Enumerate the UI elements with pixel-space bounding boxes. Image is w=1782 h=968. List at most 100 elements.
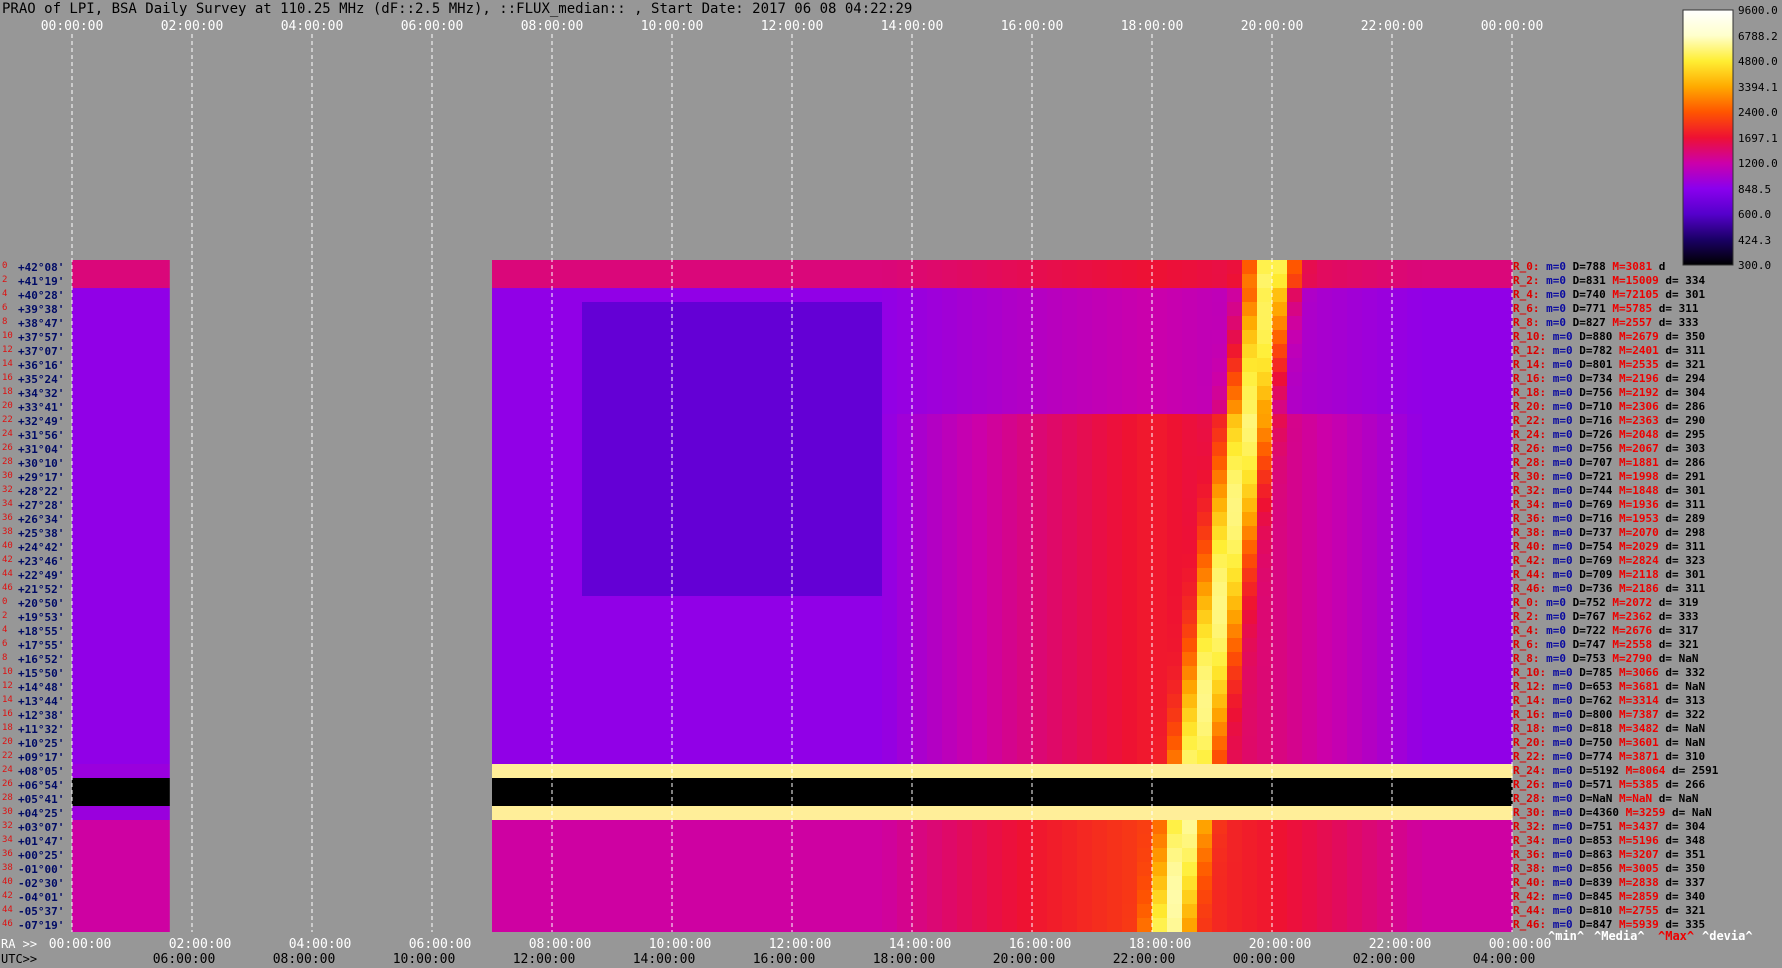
heatmap-cell (1032, 722, 1048, 736)
heatmap-cell (882, 442, 898, 456)
heatmap-cell (132, 862, 148, 876)
heatmap-cell (567, 400, 583, 414)
heatmap-cell (702, 330, 718, 344)
heatmap-cell (1497, 456, 1513, 470)
heatmap-cell (567, 414, 583, 428)
heatmap-cell (1122, 736, 1138, 750)
heatmap-cell (972, 442, 988, 456)
heatmap-cell (102, 554, 118, 568)
heatmap-cell (1422, 302, 1438, 316)
stat-m: m=0 (1552, 414, 1580, 427)
heatmap-cell (777, 862, 793, 876)
heatmap-cell (597, 330, 613, 344)
heatmap-cell (1347, 820, 1363, 834)
heatmap-cell (1332, 400, 1348, 414)
heatmap-cell (507, 918, 523, 932)
heatmap-cell (597, 302, 613, 316)
heatmap-cell (507, 442, 523, 456)
heatmap-cell (1152, 428, 1168, 442)
heatmap-cell (1047, 540, 1063, 554)
declination-label: -05°37' (18, 905, 65, 918)
heatmap-cell (1047, 694, 1063, 708)
heatmap-cell (1377, 666, 1393, 680)
heatmap-cell (597, 596, 613, 610)
heatmap-cell (1377, 414, 1393, 428)
heatmap-cell (102, 512, 118, 526)
heatmap-cell (1437, 792, 1453, 806)
heatmap-cell (1422, 358, 1438, 372)
heatmap-cell (657, 694, 673, 708)
heatmap-cell (507, 764, 523, 778)
heatmap-cell (72, 442, 88, 456)
heatmap-cell (822, 330, 838, 344)
heatmap-cell (1047, 876, 1063, 890)
heatmap-cell (837, 302, 853, 316)
heatmap-cell (927, 414, 943, 428)
heatmap-cell (807, 624, 823, 638)
heatmap-cell (1467, 778, 1483, 792)
heatmap-cell (72, 260, 88, 274)
heatmap-cell (717, 778, 733, 792)
heatmap-cell (747, 680, 763, 694)
heatmap-cell (1242, 358, 1258, 372)
heatmap-cell (957, 526, 973, 540)
heatmap-cell (732, 428, 748, 442)
heatmap-cell (957, 778, 973, 792)
heatmap-cell (942, 316, 958, 330)
heatmap-cell (1362, 792, 1378, 806)
heatmap-cell (147, 344, 163, 358)
heatmap-cell (1452, 890, 1468, 904)
heatmap-cell (1062, 666, 1078, 680)
heatmap-cell (1347, 876, 1363, 890)
heatmap-cell (717, 610, 733, 624)
heatmap-cell (987, 274, 1003, 288)
heatmap-cell (912, 358, 928, 372)
heatmap-cell (72, 904, 88, 918)
heatmap-cell (822, 680, 838, 694)
heatmap-cell (702, 526, 718, 540)
heatmap-cell (162, 456, 170, 470)
heatmap-cell (1167, 526, 1183, 540)
heatmap-cell (1167, 624, 1183, 638)
stat-r: R_12: (1513, 680, 1553, 693)
heatmap-cell (1077, 344, 1093, 358)
heatmap-cell (1182, 330, 1198, 344)
heatmap-cell (1257, 442, 1273, 456)
heatmap-cell (912, 386, 928, 400)
stat-d: d= 295 (1665, 428, 1706, 441)
heatmap-cell (1167, 848, 1183, 862)
heatmap-cell (1347, 512, 1363, 526)
heatmap-cell (102, 708, 118, 722)
heatmap-cell (1152, 526, 1168, 540)
heatmap-cell (1182, 414, 1198, 428)
heatmap-cell (1482, 386, 1498, 400)
heatmap-cell (1497, 526, 1513, 540)
heatmap-cell (1422, 764, 1438, 778)
heatmap-cell (1377, 652, 1393, 666)
heatmap-cell (897, 918, 913, 932)
heatmap-cell (1167, 876, 1183, 890)
heatmap-cell (987, 372, 1003, 386)
heatmap-cell (807, 554, 823, 568)
heatmap-cell (147, 582, 163, 596)
heatmap-cell (132, 540, 148, 554)
heatmap-cell (1107, 358, 1123, 372)
heatmap-cell (582, 638, 598, 652)
heatmap-cell (162, 568, 170, 582)
stat-d: d= 303 (1665, 442, 1706, 455)
heatmap-cell (1152, 554, 1168, 568)
heatmap-cell (942, 610, 958, 624)
stat-D: D=769 (1579, 498, 1619, 511)
heatmap-cell (522, 764, 538, 778)
heatmap-cell (1167, 904, 1183, 918)
heatmap-cell (852, 862, 868, 876)
heatmap-cell (822, 918, 838, 932)
heatmap-cell (1017, 750, 1033, 764)
heatmap-cell (1437, 764, 1453, 778)
heatmap-cell (747, 372, 763, 386)
heatmap-cell (1482, 582, 1498, 596)
bottom-utc-tick-label: 08:00:00 (528, 937, 592, 952)
heatmap-cell (762, 484, 778, 498)
heatmap-cell (777, 806, 793, 820)
heatmap-cell (627, 834, 643, 848)
